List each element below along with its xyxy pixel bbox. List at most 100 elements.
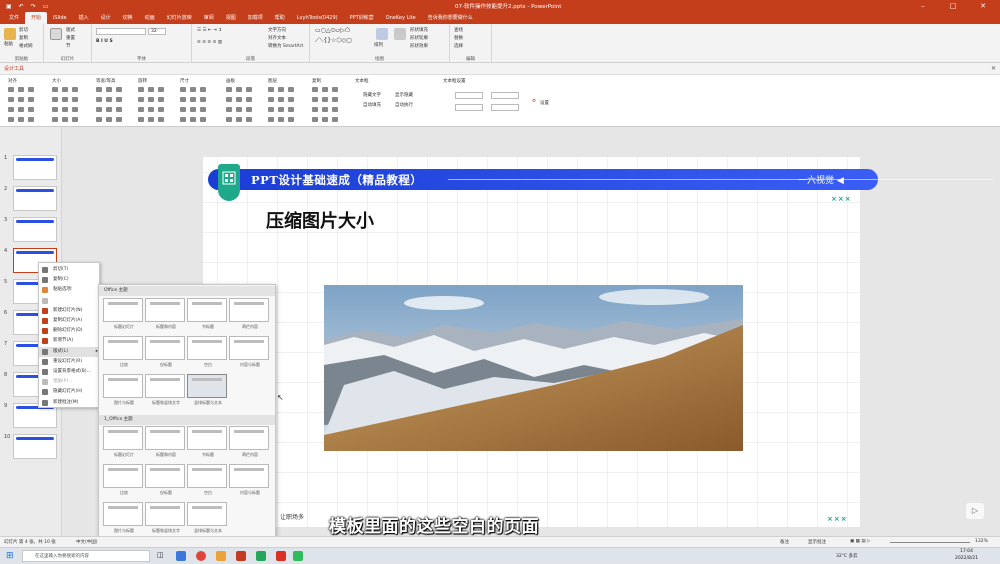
tool-icon[interactable] — [278, 87, 284, 92]
tab-4[interactable]: 设计 — [95, 12, 117, 24]
tool-icon[interactable] — [278, 97, 284, 102]
layout-option[interactable] — [187, 298, 227, 322]
tool-icon[interactable] — [236, 107, 242, 112]
tool-icon[interactable] — [246, 87, 252, 92]
tool-icon[interactable] — [268, 107, 274, 112]
tool-icon[interactable] — [332, 107, 338, 112]
tool-icon[interactable] — [106, 87, 112, 92]
section-button[interactable]: 节 — [66, 43, 71, 49]
slide-banner[interactable]: PPT设计基础速成（精品教程） 一六视觉 ◀ — [208, 169, 993, 190]
reset-button[interactable]: 重置 — [66, 35, 75, 41]
find-button[interactable]: 查找 — [454, 27, 463, 33]
tool-icon[interactable] — [52, 97, 58, 102]
context-menu-item[interactable]: 新增节(A) — [39, 336, 101, 346]
tool-icon[interactable] — [200, 117, 206, 122]
shapes-gallery[interactable]: ▭○△⬭▱▷⬠ — [315, 27, 350, 35]
layout-option[interactable] — [103, 298, 143, 322]
layout-option[interactable] — [187, 374, 227, 398]
tab-5[interactable]: 切换 — [117, 12, 139, 24]
comments-button[interactable]: 显示批注 — [808, 539, 826, 545]
layout-option[interactable] — [187, 336, 227, 360]
tool-icon[interactable] — [288, 107, 294, 112]
layout-option[interactable] — [229, 336, 269, 360]
tab-12[interactable]: LvyhTools(0429) — [291, 13, 344, 24]
context-menu-item[interactable]: 新建幻灯片(N) — [39, 306, 101, 316]
tab-1[interactable]: 开始 — [25, 12, 48, 24]
tab-8[interactable]: 审阅 — [198, 12, 220, 24]
tool-icon[interactable] — [72, 117, 78, 122]
tab-3[interactable]: 插入 — [73, 12, 95, 24]
arrange-icon[interactable] — [376, 28, 388, 40]
tool-icon[interactable] — [138, 117, 144, 122]
paste-button[interactable]: 粘贴 — [4, 41, 13, 47]
format-painter-button[interactable]: 格式刷 — [19, 43, 33, 49]
tool-icon[interactable] — [158, 117, 164, 122]
tool-icon[interactable] — [190, 107, 196, 112]
font-size-field[interactable]: 32 — [148, 28, 166, 35]
tab-13[interactable]: PPT训练营 — [344, 12, 380, 24]
weather-status[interactable]: 32°C 多云 — [836, 553, 858, 559]
textbox-field-2[interactable] — [491, 92, 519, 99]
context-menu-item[interactable]: 重设幻灯片(R) — [39, 357, 101, 367]
auto-run-button[interactable]: 自动执行 — [395, 102, 413, 108]
layout-option[interactable] — [145, 298, 185, 322]
tool-icon[interactable] — [312, 97, 318, 102]
settings-button[interactable]: 设置 — [540, 100, 549, 106]
layout-option[interactable] — [187, 464, 227, 488]
tool-icon[interactable] — [332, 97, 338, 102]
tool-icon[interactable] — [62, 107, 68, 112]
shape-fill-button[interactable]: 形状填充 — [410, 27, 428, 33]
context-menu-item[interactable]: 版式(L) ▸ — [39, 346, 101, 357]
clock-date[interactable]: 2022/8/21 — [955, 556, 978, 561]
zoom-level[interactable]: 132% — [975, 539, 988, 544]
paste-icon[interactable] — [4, 28, 16, 40]
close-button[interactable]: ✕ — [972, 0, 994, 12]
task-view-icon[interactable]: ◫ — [157, 551, 164, 559]
zoom-slider[interactable] — [890, 542, 970, 543]
tool-icon[interactable] — [190, 97, 196, 102]
tool-icon[interactable] — [268, 97, 274, 102]
tool-icon[interactable] — [236, 87, 242, 92]
tool-icon[interactable] — [236, 97, 242, 102]
context-menu-item[interactable]: 复制(C) — [39, 275, 101, 285]
tool-icon[interactable] — [138, 97, 144, 102]
tool-icon[interactable] — [106, 97, 112, 102]
tool-icon[interactable] — [28, 87, 34, 92]
tool-icon[interactable] — [288, 117, 294, 122]
tool-icon[interactable] — [8, 117, 14, 122]
undo-icon[interactable]: ↶ — [19, 3, 24, 10]
tool-icon[interactable] — [226, 117, 232, 122]
tab-9[interactable]: 视图 — [220, 12, 242, 24]
show-hidden-button[interactable]: 显示隐藏 — [395, 92, 413, 98]
tool-icon[interactable] — [62, 117, 68, 122]
tool-icon[interactable] — [52, 117, 58, 122]
shape-outline-button[interactable]: 形状轮廓 — [410, 35, 428, 41]
view-buttons[interactable]: ▣ ▦ ▤ ▷ — [850, 539, 871, 544]
slide-thumbnail[interactable] — [13, 434, 57, 459]
layout-option[interactable] — [229, 426, 269, 450]
slide-thumbnail[interactable] — [13, 155, 57, 180]
tool-icon[interactable] — [312, 117, 318, 122]
replace-button[interactable]: 替换 — [454, 35, 463, 41]
tool-icon[interactable] — [8, 97, 14, 102]
tool-icon[interactable] — [96, 97, 102, 102]
tool-icon[interactable] — [148, 87, 154, 92]
tool-icon[interactable] — [332, 117, 338, 122]
slide-thumbnail[interactable] — [13, 217, 57, 242]
tool-icon[interactable] — [190, 117, 196, 122]
tool-icon[interactable] — [62, 97, 68, 102]
windows-start-icon[interactable]: ⊞ — [6, 551, 14, 561]
slide-thumbnail[interactable] — [13, 186, 57, 211]
tab-7[interactable]: 幻灯片放映 — [161, 12, 198, 24]
tab-2[interactable]: iSlide — [47, 13, 73, 24]
shapes-gallery-row2[interactable]: ⟋⟍{}☆⬡◇▢ — [315, 37, 352, 45]
layout-option[interactable] — [103, 464, 143, 488]
app-icon-red[interactable] — [276, 551, 286, 561]
smartart-button[interactable]: 转换为 SmartArt — [268, 43, 303, 49]
tool-icon[interactable] — [52, 87, 58, 92]
tool-icon[interactable] — [148, 117, 154, 122]
tool-icon[interactable] — [28, 97, 34, 102]
tool-icon[interactable] — [106, 117, 112, 122]
layout-option[interactable] — [103, 336, 143, 360]
layout-option[interactable] — [145, 464, 185, 488]
